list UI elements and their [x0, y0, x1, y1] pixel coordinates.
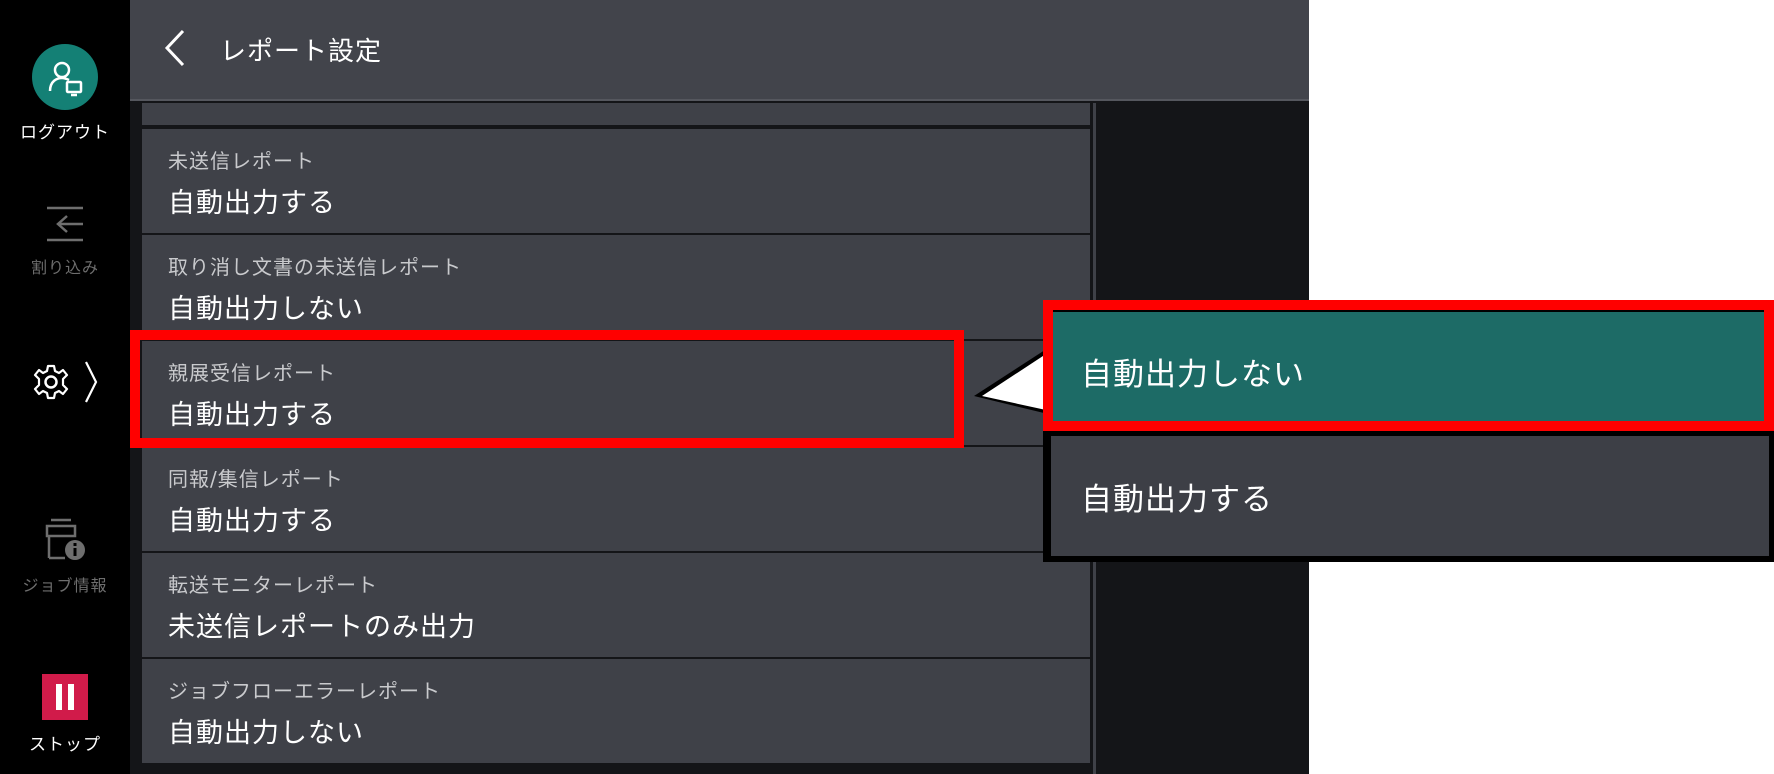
back-arrow-icon	[163, 28, 187, 72]
option-label: 自動出力する	[1081, 481, 1273, 518]
chevron-right-icon	[84, 360, 98, 408]
logout-label: ログアウト	[20, 123, 110, 143]
item-label: 未送信レポート	[168, 149, 315, 173]
list-item[interactable]: 未送信レポート 自動出力する	[142, 129, 1090, 233]
list-item[interactable]: 同報/集信レポート 自動出力する	[142, 447, 1090, 551]
item-value: 自動出力しない	[168, 718, 364, 749]
item-value: 自動出力する	[168, 506, 336, 537]
item-value: 未送信レポートのみ出力	[168, 612, 476, 643]
back-button[interactable]	[130, 0, 220, 100]
sidebar: ログアウト 割り込み ジョブ情報 ストップ	[0, 0, 130, 774]
item-label: 同報/集信レポート	[168, 467, 344, 491]
person-monitor-icon	[32, 44, 98, 110]
page-title: レポート設定	[220, 37, 383, 67]
gear-icon	[32, 363, 70, 405]
item-value: 自動出力する	[168, 188, 336, 219]
settings-button[interactable]	[0, 360, 130, 408]
callout-pointer	[974, 348, 1048, 414]
job-info-label: ジョブ情報	[22, 576, 108, 595]
option-auto-output-on[interactable]: 自動出力する	[1051, 436, 1769, 556]
list-item-partial[interactable]	[142, 103, 1090, 125]
screen: ログアウト 割り込み ジョブ情報 ストップ レポート設定 未送信レポート 自動出…	[0, 0, 1774, 774]
interrupt-icon	[43, 204, 87, 244]
list-item[interactable]: ジョブフローエラーレポート 自動出力しない	[142, 659, 1090, 763]
item-value: 自動出力しない	[168, 294, 364, 325]
item-label: ジョブフローエラーレポート	[168, 679, 441, 703]
highlight-frame	[130, 330, 964, 448]
pause-icon	[42, 674, 88, 720]
job-info-icon	[43, 516, 87, 562]
list-item[interactable]: 転送モニターレポート 未送信レポートのみ出力	[142, 553, 1090, 657]
stop-button[interactable]: ストップ	[0, 674, 130, 755]
stop-label: ストップ	[29, 735, 101, 755]
job-info-button[interactable]: ジョブ情報	[0, 516, 130, 596]
option-highlight-frame	[1043, 300, 1774, 431]
header: レポート設定	[130, 0, 1309, 101]
interrupt-label: 割り込み	[30, 258, 99, 277]
logout-button[interactable]: ログアウト	[0, 44, 130, 143]
item-label: 転送モニターレポート	[168, 573, 378, 597]
list-item[interactable]: 取り消し文書の未送信レポート 自動出力しない	[142, 235, 1090, 339]
interrupt-button[interactable]: 割り込み	[0, 204, 130, 278]
item-label: 取り消し文書の未送信レポート	[168, 255, 462, 279]
